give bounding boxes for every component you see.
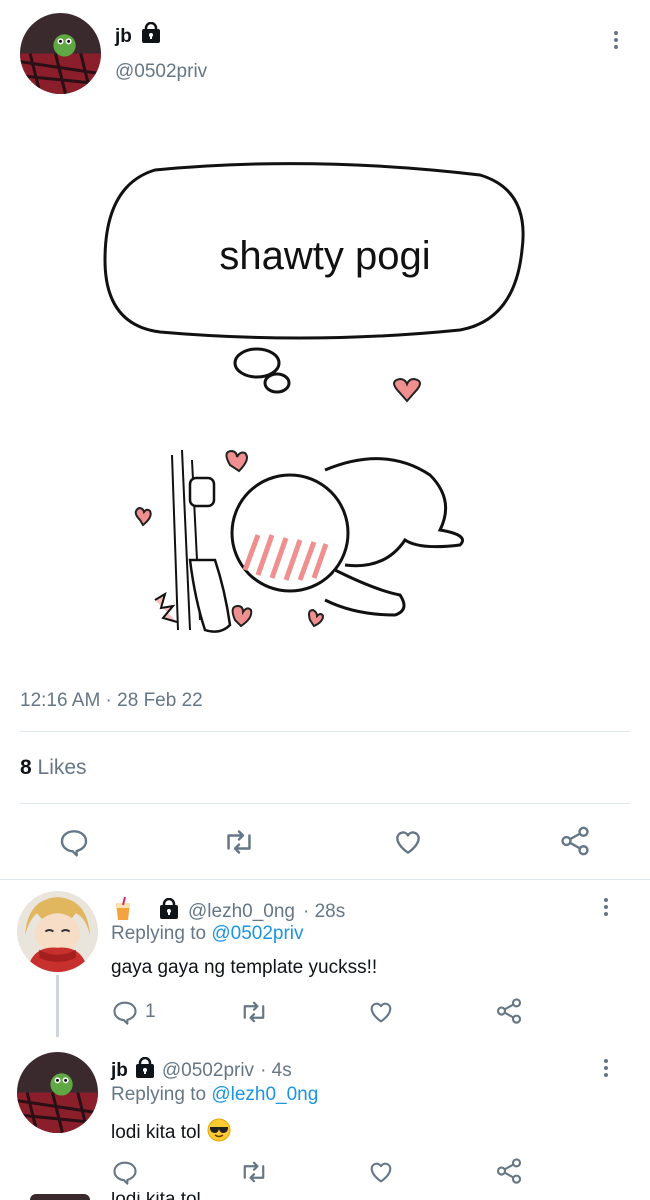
lock-icon bbox=[134, 1056, 156, 1084]
share-icon bbox=[496, 1158, 522, 1184]
reply-text: lodi kita tol bbox=[111, 1122, 201, 1143]
share-button[interactable] bbox=[494, 1156, 524, 1186]
share-icon bbox=[496, 998, 522, 1024]
likes-label: Likes bbox=[37, 756, 87, 779]
author-name[interactable]: jb bbox=[115, 26, 132, 47]
comment-icon bbox=[113, 1001, 137, 1025]
like-button[interactable] bbox=[366, 998, 396, 1026]
more-options-icon[interactable] bbox=[592, 893, 620, 921]
replying-to-line: Replying to @0502priv bbox=[111, 923, 304, 945]
reply-text-row: lodi kita tol bbox=[111, 1118, 231, 1148]
reply-handle[interactable]: @lezh0_0ng bbox=[188, 901, 295, 923]
reply-name[interactable]: jb bbox=[111, 1060, 128, 1082]
replying-prefix: Replying to bbox=[111, 923, 207, 944]
author-name-row: jb bbox=[115, 21, 162, 49]
divider bbox=[0, 879, 650, 880]
more-options-icon[interactable] bbox=[592, 1054, 620, 1082]
likes-summary[interactable]: 8 Likes bbox=[20, 756, 87, 780]
share-button[interactable] bbox=[558, 824, 592, 858]
share-button[interactable] bbox=[494, 996, 524, 1026]
reply-time[interactable]: · 4s bbox=[260, 1060, 292, 1082]
like-button[interactable] bbox=[366, 1158, 396, 1186]
reply-button[interactable]: 1 bbox=[111, 998, 156, 1026]
reply-2-header: jb @0502priv · 4s bbox=[111, 1056, 292, 1084]
meme-caption: shawty pogi bbox=[219, 234, 431, 278]
more-options-icon[interactable] bbox=[602, 26, 630, 54]
drink-emoji-icon bbox=[112, 896, 134, 926]
reply-time[interactable]: · 28s bbox=[303, 901, 345, 923]
likes-count: 8 bbox=[20, 756, 32, 779]
reply-avatar[interactable] bbox=[17, 891, 98, 972]
author-avatar[interactable] bbox=[20, 13, 101, 94]
reply-button[interactable] bbox=[111, 1158, 139, 1186]
retweet-icon bbox=[243, 1001, 265, 1023]
retweet-icon bbox=[243, 1161, 265, 1183]
retweet-icon bbox=[227, 830, 251, 854]
retweet-button[interactable] bbox=[222, 826, 256, 858]
next-reply-text-content: lodi kita tol bbox=[111, 1192, 201, 1200]
reply-1-header: @lezh0_0ng · 28s bbox=[112, 896, 345, 926]
heart-icon bbox=[396, 831, 420, 854]
reply-avatar[interactable] bbox=[17, 1052, 98, 1133]
comment-icon bbox=[113, 1161, 137, 1185]
next-avatar[interactable] bbox=[30, 1194, 90, 1200]
tweet-timestamp[interactable]: 12:16 AM · 28 Feb 22 bbox=[20, 690, 203, 712]
author-handle[interactable]: @0502priv bbox=[115, 61, 207, 83]
retweet-button[interactable] bbox=[239, 1158, 269, 1186]
tweet-image[interactable] bbox=[60, 150, 600, 670]
lock-icon bbox=[158, 897, 180, 925]
replying-to-link[interactable]: @0502priv bbox=[211, 923, 303, 944]
heart-icon bbox=[370, 1162, 392, 1183]
share-icon bbox=[561, 826, 589, 856]
replying-to-line: Replying to @lezh0_0ng bbox=[111, 1084, 318, 1106]
like-button[interactable] bbox=[391, 826, 425, 858]
retweet-button[interactable] bbox=[239, 998, 269, 1026]
thread-line bbox=[56, 975, 59, 1037]
replying-to-link[interactable]: @lezh0_0ng bbox=[211, 1084, 318, 1105]
reply-text: gaya gaya ng template yuckss!! bbox=[111, 957, 378, 978]
divider bbox=[20, 731, 630, 732]
divider bbox=[20, 803, 630, 804]
reply-button[interactable] bbox=[58, 826, 90, 858]
replying-prefix: Replying to bbox=[111, 1084, 207, 1105]
sunglasses-emoji-icon bbox=[207, 1118, 231, 1148]
reply-handle[interactable]: @0502priv bbox=[162, 1060, 254, 1082]
reply-count: 1 bbox=[145, 1001, 156, 1022]
lock-icon bbox=[140, 21, 162, 49]
next-reply-text: lodi kita tol bbox=[111, 1192, 201, 1200]
heart-icon bbox=[370, 1002, 392, 1023]
comment-icon bbox=[60, 830, 88, 857]
